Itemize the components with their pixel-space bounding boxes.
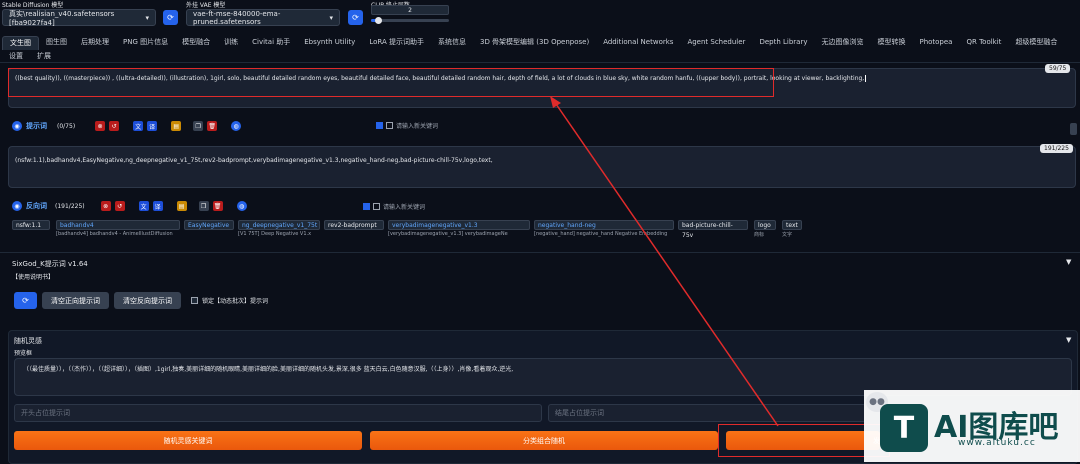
aituku-logo-icon: T: [880, 404, 928, 452]
watermark-url: www.aituku.cc: [958, 438, 1036, 448]
